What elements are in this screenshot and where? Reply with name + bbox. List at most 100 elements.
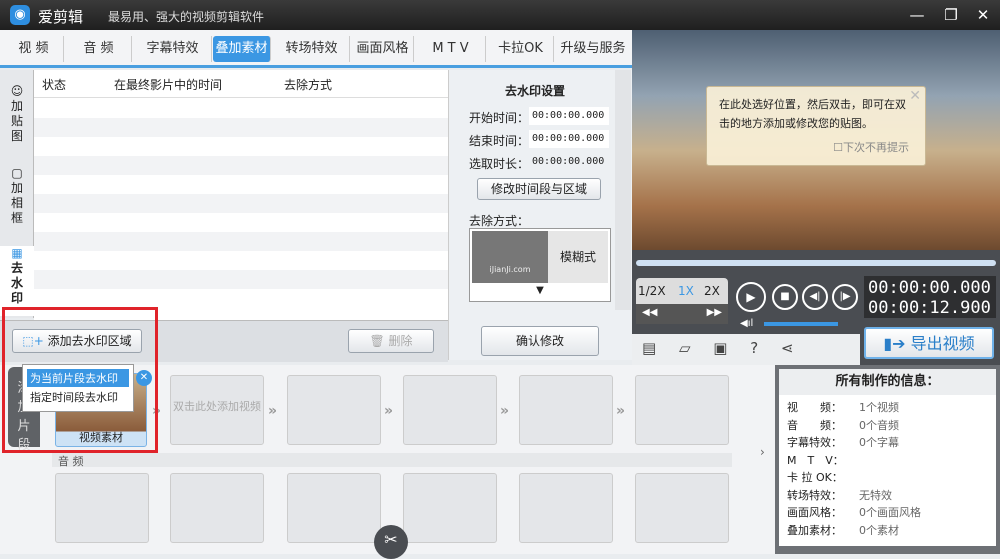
side-tab-frame[interactable]: ▢ 加相框 [0,166,34,226]
arrow-icon: » [500,403,510,419]
stop-icon[interactable]: ■ [772,284,798,310]
speed-2x[interactable]: 2X [704,284,720,298]
side-tab-watermark[interactable]: ▦ 去水印 [0,246,34,316]
side-tab-label: 去水印 [10,261,23,305]
delete-button[interactable]: 🗑 删除 [348,329,434,353]
sticker-icon: ☺ [10,84,24,98]
maximize-icon[interactable]: ❐ [940,4,962,26]
tab-subtitle[interactable]: 字幕特效 [134,36,212,62]
info-row: M T V： [787,453,844,467]
empty-clip-slot[interactable] [635,375,729,445]
trash-icon: 🗑 [369,334,385,348]
audio-slot[interactable] [403,473,497,543]
method-thumbnail: iJianJi.com [472,231,548,283]
audio-slot[interactable] [635,473,729,543]
col-time: 在最终影片中的时间 [114,78,223,92]
new-icon[interactable]: ▤ [642,339,656,357]
end-time-input[interactable]: 00:00:00.000 [529,130,609,148]
table-row [34,118,448,137]
empty-clip-slot[interactable] [519,375,613,445]
side-tabs: ☺ 加贴图 ▢ 加相框 ▦ 去水印 [0,70,34,318]
time-display: 00:00:00.000 00:00:12.900 [864,276,996,318]
timeline-scrubber[interactable] [636,260,996,266]
empty-clip-slot[interactable]: 双击此处添加视频 [170,375,264,445]
tab-karaoke[interactable]: 卡拉OK [488,36,554,62]
app-logo-icon: ◉ [10,5,30,25]
method-select[interactable]: iJianJi.com 模糊式 ▼ [469,228,611,302]
open-folder-icon[interactable]: ▱ [679,339,691,357]
audio-slot[interactable] [287,473,381,543]
frame-icon: ▢ [11,166,23,180]
side-tab-label: 加相框 [10,181,23,225]
highlight-box [2,307,158,453]
tab-transition[interactable]: 转场特效 [274,36,350,62]
volume-icon[interactable]: ◀ıl [740,318,753,329]
watermark-icon: ▦ [11,246,23,260]
app-title: 爱剪辑 [38,8,84,26]
play-icon[interactable]: ▶ [736,282,766,312]
settings-scrollbar[interactable] [615,70,631,310]
table-row [34,156,448,175]
collapse-arrow-icon[interactable]: › [760,445,765,459]
info-row: 转场特效： 无特效 [787,488,892,502]
tab-video[interactable]: 视 频 [4,36,64,62]
confirm-button[interactable]: 确认修改 [481,326,599,356]
time-current: 00:00:00.000 [868,278,991,298]
start-time-input[interactable]: 00:00:00.000 [529,107,609,125]
side-tab-sticker[interactable]: ☺ 加贴图 [0,84,34,144]
tooltip: 在此处选好位置，然后双击，即可在双击的地方添加或修改您的贴图。 ✕ ☐下次不再提… [706,86,926,166]
empty-clip-slot[interactable] [403,375,497,445]
export-video-button[interactable]: ▮➔ 导出视频 [864,327,994,359]
method-value: 模糊式 [548,231,608,283]
tab-style[interactable]: 画面风格 [352,36,414,62]
arrow-icon: » [616,403,626,419]
speed-control[interactable]: 1/2X 1X 2X ◀◀ ▶▶ [636,278,728,324]
title-bar: ◉ 爱剪辑 最易用、强大的视频剪辑软件 — ❐ ✕ [0,0,1000,30]
audio-slot[interactable] [170,473,264,543]
duration-label: 选取时长： [469,157,530,171]
close-icon[interactable]: ✕ [972,4,994,26]
speed-1x[interactable]: 1X [678,284,694,298]
dropdown-arrow-icon[interactable]: ▼ [470,285,610,296]
empty-clip-slot[interactable] [287,375,381,445]
delete-label: 删除 [388,334,413,348]
next-frame-icon[interactable]: |▶ [832,284,858,310]
help-icon[interactable]: ? [750,339,758,357]
minimize-icon[interactable]: — [906,4,928,26]
volume-slider[interactable] [764,322,838,326]
info-row: 画面风格： 0个画面风格 [787,506,921,519]
info-title: 所有制作的信息： [779,369,996,395]
share-icon[interactable]: ⋖ [781,339,794,357]
col-status: 状态 [42,78,67,92]
save-icon[interactable]: ▣ [713,339,727,357]
audio-track-label: 音 频 [52,453,732,468]
tab-audio[interactable]: 音 频 [66,36,132,62]
speed-half[interactable]: 1/2X [638,284,666,298]
info-panel: 所有制作的信息： 视 频： 1个视频 音 频： 0个音频 字幕特效： 0个字幕 M T… [775,365,1000,554]
audio-slot[interactable] [519,473,613,543]
tab-overlay[interactable]: 叠加素材 [213,36,271,62]
prev-frame-icon[interactable]: ◀| [802,284,828,310]
arrow-icon: » [384,403,394,419]
tip-text: 在此处选好位置，然后双击，即可在双击的地方添加或修改您的贴图。 [719,98,906,130]
tab-upgrade[interactable]: 升级与服务 [556,36,630,62]
tab-mtv[interactable]: M T V [416,36,486,62]
app-slogan: 最易用、强大的视频剪辑软件 [108,10,265,24]
audio-slot[interactable] [55,473,149,543]
table-row [34,194,448,213]
dont-show-checkbox[interactable]: ☐下次不再提示 [833,138,909,157]
dont-show-label: 下次不再提示 [843,141,909,154]
watermark-settings: 去水印设置 开始时间： 00:00:00.000 结束时间： 00:00:00.… [448,70,632,360]
col-method: 去除方式 [284,78,333,92]
settings-title: 去水印设置 [505,84,566,98]
modify-range-button[interactable]: 修改时间段与区域 [477,178,601,200]
start-label: 开始时间： [469,111,530,125]
info-row: 视 频： 1个视频 [787,401,899,414]
info-row: 音 频： 0个音频 [787,418,899,432]
arrow-icon: » [268,403,278,419]
tip-close-icon[interactable]: ✕ [909,87,921,106]
table-row [34,270,448,289]
jog-wheel[interactable]: ◀◀ ▶▶ [636,304,728,324]
info-list: 视 频： 1个视频 音 频： 0个音频 字幕特效： 0个字幕 M T V： 卡 拉 O… [779,395,996,546]
file-toolbar: ▤ ▱ ▣ ? ⋖ [632,334,860,365]
